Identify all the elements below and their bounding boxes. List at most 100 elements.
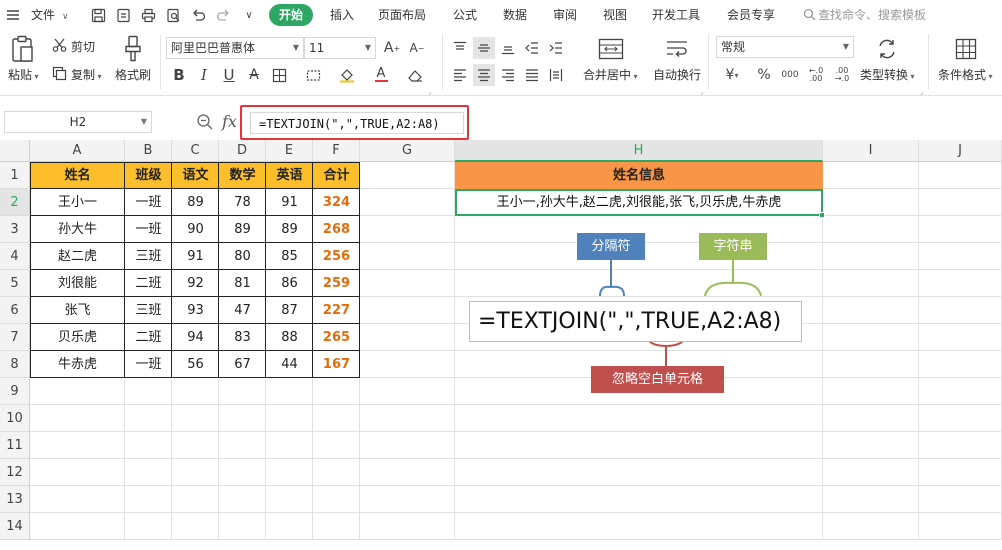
row-header-2[interactable]: 2 xyxy=(0,189,30,216)
row-header-6[interactable]: 6 xyxy=(0,297,30,324)
tab-membership[interactable]: 会员专享 xyxy=(727,7,775,23)
undo-icon[interactable] xyxy=(189,6,207,24)
increase-font-size-icon[interactable]: A + xyxy=(381,37,403,59)
conditional-format-icon[interactable] xyxy=(953,36,979,62)
row-header-5[interactable]: 5 xyxy=(0,270,30,297)
table-cell[interactable]: 86 xyxy=(266,270,313,297)
table-cell[interactable]: 刘很能 xyxy=(30,270,125,297)
customize-toolbar-icon[interactable]: ∨ xyxy=(240,6,258,24)
align-top-icon[interactable] xyxy=(449,37,471,59)
table-cell[interactable]: 67 xyxy=(219,351,266,378)
merge-center-icon[interactable] xyxy=(597,36,625,62)
scissors-icon[interactable] xyxy=(51,37,67,53)
eraser-icon[interactable] xyxy=(404,64,426,86)
row-header-9[interactable]: 9 xyxy=(0,378,30,405)
percent-button[interactable]: % xyxy=(753,64,775,86)
fill-handle[interactable] xyxy=(819,212,825,218)
align-bottom-icon[interactable] xyxy=(497,37,519,59)
row-header-8[interactable]: 8 xyxy=(0,351,30,378)
table-cell[interactable]: 268 xyxy=(313,216,360,243)
table-cell[interactable]: 78 xyxy=(219,189,266,216)
font-color-icon[interactable]: A xyxy=(370,64,392,86)
table-cell[interactable]: 44 xyxy=(266,351,313,378)
table-header-cell[interactable]: 数学 xyxy=(219,162,266,189)
currency-button[interactable]: ¥ ▾ xyxy=(721,64,743,86)
font-name-select[interactable]: 阿里巴巴普惠体 ▼ xyxy=(166,37,304,59)
table-cell[interactable]: 赵二虎 xyxy=(30,243,125,270)
table-header-cell[interactable]: 班级 xyxy=(125,162,172,189)
zoom-icon[interactable] xyxy=(196,113,214,131)
redo-icon[interactable] xyxy=(214,6,232,24)
row-header-13[interactable]: 13 xyxy=(0,486,30,513)
borders-icon[interactable] xyxy=(268,64,290,86)
table-cell[interactable]: 贝乐虎 xyxy=(30,324,125,351)
tab-home[interactable]: 开始 xyxy=(269,4,313,26)
table-cell[interactable]: 一班 xyxy=(125,351,172,378)
justify-icon[interactable] xyxy=(521,64,543,86)
print-preview-icon[interactable] xyxy=(164,6,182,24)
strikethrough-icon[interactable]: A xyxy=(243,64,265,86)
table-cell[interactable]: 一班 xyxy=(125,189,172,216)
table-cell[interactable]: 80 xyxy=(219,243,266,270)
row-header-4[interactable]: 4 xyxy=(0,243,30,270)
fx-icon[interactable]: fx xyxy=(222,112,237,131)
table-cell[interactable]: 93 xyxy=(172,297,219,324)
table-cell[interactable]: 324 xyxy=(313,189,360,216)
column-header-g[interactable]: G xyxy=(360,140,455,162)
tab-page-layout[interactable]: 页面布局 xyxy=(378,7,426,23)
align-right-icon[interactable] xyxy=(497,64,519,86)
increase-indent-icon[interactable] xyxy=(545,37,567,59)
italic-button[interactable]: I xyxy=(193,64,215,86)
spreadsheet-grid[interactable]: ABCDEFGHIJ 1 2 3 4 5 6 7 8 9 10 11 12 13 14 姓名 班级 语文 数学英… xyxy=(0,140,1002,550)
column-header-j[interactable]: J xyxy=(919,140,1002,162)
copy-button[interactable]: 复制 ▾ xyxy=(71,68,102,84)
table-cell[interactable]: 88 xyxy=(266,324,313,351)
column-header-f[interactable]: F xyxy=(313,140,360,162)
row-header-3[interactable]: 3 xyxy=(0,216,30,243)
font-size-select[interactable]: 11 ▼ xyxy=(304,37,376,59)
row-header-12[interactable]: 12 xyxy=(0,459,30,486)
table-cell[interactable]: 227 xyxy=(313,297,360,324)
number-format-select[interactable]: 常规 ▼ xyxy=(716,36,854,58)
table-cell[interactable]: 47 xyxy=(219,297,266,324)
selected-cell-h2[interactable]: 王小一,孙大牛,赵二虎,刘很能,张飞,贝乐虎,牛赤虎 xyxy=(455,189,823,216)
table-cell[interactable]: 90 xyxy=(172,216,219,243)
table-cell[interactable]: 265 xyxy=(313,324,360,351)
formula-input[interactable]: =TEXTJOIN(",",TRUE,A2:A8) xyxy=(250,112,464,134)
tab-developer[interactable]: 开发工具 xyxy=(652,7,700,23)
table-cell[interactable]: 三班 xyxy=(125,297,172,324)
align-middle-icon[interactable] xyxy=(473,37,495,59)
table-cell[interactable]: 83 xyxy=(219,324,266,351)
print-icon[interactable] xyxy=(139,6,157,24)
cell-style-icon[interactable] xyxy=(302,64,324,86)
column-header-i[interactable]: I xyxy=(823,140,919,162)
increase-decimal-icon[interactable]: ←.0.00 xyxy=(805,64,827,86)
row-header-14[interactable]: 14 xyxy=(0,513,30,540)
table-cell[interactable]: 259 xyxy=(313,270,360,297)
merge-center-button[interactable]: 合并居中 ▾ xyxy=(583,68,638,84)
table-cell[interactable]: 89 xyxy=(219,216,266,243)
table-cell[interactable]: 牛赤虎 xyxy=(30,351,125,378)
tab-review[interactable]: 审阅 xyxy=(553,7,577,23)
column-header-e[interactable]: E xyxy=(266,140,313,162)
wrap-text-icon[interactable] xyxy=(663,36,691,62)
formula-textbox[interactable]: =TEXTJOIN(",",TRUE,A2:A8) xyxy=(469,301,802,342)
decrease-indent-icon[interactable] xyxy=(521,37,543,59)
table-header-cell[interactable]: 姓名 xyxy=(30,162,125,189)
number-settings-icon[interactable]: ⌟ xyxy=(920,88,923,96)
row-header-1[interactable]: 1 xyxy=(0,162,30,189)
row-header-7[interactable]: 7 xyxy=(0,324,30,351)
save-icon[interactable] xyxy=(89,6,107,24)
menu-icon[interactable] xyxy=(4,6,22,24)
row-header-11[interactable]: 11 xyxy=(0,432,30,459)
font-settings-icon[interactable]: ⌟ xyxy=(428,88,431,96)
bold-button[interactable]: B xyxy=(168,64,190,86)
table-header-cell[interactable]: 合计 xyxy=(313,162,360,189)
table-cell[interactable]: 二班 xyxy=(125,324,172,351)
tab-data[interactable]: 数据 xyxy=(503,7,527,23)
table-header-cell[interactable]: 英语 xyxy=(266,162,313,189)
table-header-cell[interactable]: 语文 xyxy=(172,162,219,189)
column-header-c[interactable]: C xyxy=(172,140,219,162)
table-cell[interactable]: 二班 xyxy=(125,270,172,297)
table-cell[interactable]: 王小一 xyxy=(30,189,125,216)
